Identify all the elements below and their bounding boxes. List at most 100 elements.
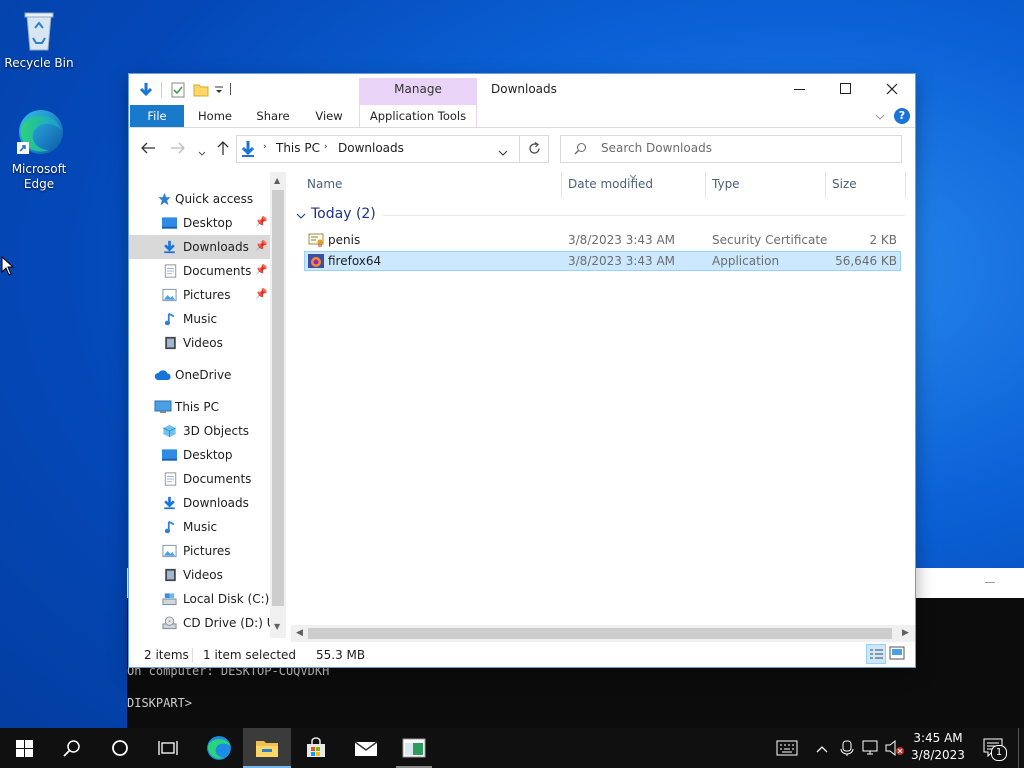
nav-qa-desktop[interactable]: Desktop 📌 xyxy=(129,211,269,235)
nav-pc-music[interactable]: Music xyxy=(129,515,269,539)
nav-pc-pictures[interactable]: Pictures xyxy=(129,539,269,563)
taskbar-store-button[interactable] xyxy=(292,728,340,768)
qat-customize-chevron-icon[interactable] xyxy=(215,85,223,99)
address-bar[interactable]: › This PC › Downloads xyxy=(236,135,520,163)
nav-qa-pictures[interactable]: Pictures 📌 xyxy=(129,283,269,307)
scroll-left-arrow-icon[interactable]: ◀ xyxy=(296,628,303,638)
volume-muted-icon[interactable] xyxy=(885,739,905,759)
console-minimize-icon[interactable] xyxy=(985,582,995,583)
tab-home[interactable]: Home xyxy=(191,105,239,127)
taskbar-edge-button[interactable] xyxy=(195,728,243,768)
qat-checkmark-icon[interactable] xyxy=(171,82,185,101)
file-type: Security Certificate xyxy=(712,233,828,247)
breadcrumb-downloads[interactable]: Downloads xyxy=(338,141,404,155)
edge-desktop-icon[interactable]: Microsoft Edge xyxy=(0,106,78,192)
nav-pc-videos[interactable]: Videos xyxy=(129,563,269,587)
clock-time[interactable]: 3:45 AM xyxy=(906,731,970,745)
touch-keyboard-icon[interactable] xyxy=(776,740,798,759)
maximize-button[interactable] xyxy=(823,74,869,104)
console-window-icon xyxy=(402,738,426,758)
qat-properties-icon[interactable] xyxy=(137,81,155,102)
help-icon[interactable]: ? xyxy=(894,108,910,124)
task-view-button[interactable] xyxy=(144,728,192,768)
nav-pc-cd-drive[interactable]: CD Drive (D:) Ub xyxy=(129,611,286,635)
nav-pc-local-disk[interactable]: Local Disk (C:) xyxy=(129,587,269,611)
nav-pc-desktop[interactable]: Desktop xyxy=(129,443,269,467)
nav-qa-videos[interactable]: Videos xyxy=(129,331,269,355)
column-divider[interactable] xyxy=(905,172,906,198)
pin-icon: 📌 xyxy=(255,265,268,276)
recent-locations-chevron-icon[interactable] xyxy=(198,146,206,160)
show-hidden-icons-chevron-icon[interactable] xyxy=(816,742,828,756)
nav-this-pc[interactable]: This PC xyxy=(129,395,269,419)
nav-scrollbar[interactable]: ▲ ▼ xyxy=(270,172,286,638)
breadcrumb-this-pc[interactable]: This PC xyxy=(276,141,320,155)
taskbar-file-explorer-button[interactable] xyxy=(243,728,291,768)
taskbar-console-button[interactable] xyxy=(390,728,438,768)
column-type[interactable]: Type xyxy=(712,177,740,191)
nav-qa-music[interactable]: Music xyxy=(129,307,269,331)
nav-pc-3d-objects[interactable]: 3D Objects xyxy=(129,419,269,443)
search-icon xyxy=(63,740,80,757)
horizontal-scrollbar[interactable]: ◀ ▶ xyxy=(291,625,915,642)
up-arrow-icon[interactable] xyxy=(216,140,230,159)
nav-onedrive[interactable]: OneDrive xyxy=(129,363,269,387)
tab-application-tools[interactable]: Application Tools xyxy=(360,105,476,127)
recycle-bin-label: Recycle Bin xyxy=(4,56,74,70)
manage-group-label: Manage xyxy=(394,82,442,96)
nav-quick-access[interactable]: Quick access xyxy=(129,187,269,211)
nav-qa-documents[interactable]: Documents 📌 xyxy=(129,259,269,283)
column-divider[interactable] xyxy=(705,172,706,198)
action-center-button[interactable]: 1 xyxy=(983,738,1007,761)
start-button[interactable] xyxy=(0,728,48,768)
nav-qa-downloads[interactable]: Downloads 📌 xyxy=(129,235,286,259)
search-box[interactable]: Search Downloads xyxy=(560,135,902,163)
computer-icon xyxy=(154,400,172,413)
column-date-modified[interactable]: Date modified xyxy=(568,177,653,191)
column-divider[interactable] xyxy=(825,172,826,198)
group-collapse-chevron-icon[interactable] xyxy=(296,209,306,223)
show-desktop-button[interactable] xyxy=(1018,728,1024,768)
ribbon-expand-chevron-icon[interactable] xyxy=(875,110,885,124)
horizontal-scrollbar-thumb[interactable] xyxy=(308,628,892,639)
close-button[interactable] xyxy=(869,74,915,104)
forward-arrow-icon[interactable] xyxy=(170,141,186,158)
back-arrow-icon[interactable] xyxy=(140,141,156,158)
tab-file[interactable]: File xyxy=(130,105,184,127)
cortana-button[interactable] xyxy=(96,728,144,768)
search-button[interactable] xyxy=(48,728,96,768)
scroll-right-arrow-icon[interactable]: ▶ xyxy=(902,628,909,638)
details-view-button[interactable] xyxy=(866,644,886,664)
column-divider[interactable] xyxy=(561,172,562,198)
qat-new-folder-icon[interactable] xyxy=(193,82,209,101)
group-header-today[interactable]: Today (2) xyxy=(311,206,376,222)
network-icon[interactable] xyxy=(862,740,880,759)
large-icons-view-button[interactable] xyxy=(889,646,905,663)
clock-date[interactable]: 3/8/2023 xyxy=(906,748,970,762)
status-selected-size: 55.3 MB xyxy=(316,648,366,662)
minimize-button[interactable] xyxy=(777,74,823,104)
pictures-icon xyxy=(162,288,177,302)
table-row-selected[interactable]: firefox64 3/8/2023 3:43 AM Application 5… xyxy=(304,251,901,271)
file-explorer-window[interactable]: Manage Downloads File Home Share View Ap… xyxy=(129,74,915,667)
videos-icon xyxy=(165,568,176,582)
tab-share[interactable]: Share xyxy=(249,105,297,127)
tab-view[interactable]: View xyxy=(305,105,353,127)
file-size: 2 KB xyxy=(869,233,897,247)
nav-scrollbar-thumb[interactable] xyxy=(272,190,284,606)
refresh-button[interactable] xyxy=(519,135,549,163)
search-input[interactable]: Search Downloads xyxy=(601,141,712,155)
scroll-up-arrow-icon[interactable]: ▲ xyxy=(274,176,280,185)
navigation-pane[interactable]: Quick access Desktop 📌 Downloads 📌 Docum… xyxy=(129,172,286,636)
meet-now-icon[interactable] xyxy=(840,740,854,759)
scroll-down-arrow-icon[interactable]: ▼ xyxy=(274,622,280,631)
nav-pc-downloads[interactable]: Downloads xyxy=(129,491,269,515)
address-dropdown-chevron-icon[interactable] xyxy=(498,146,508,160)
table-row[interactable]: penis 3/8/2023 3:43 AM Security Certific… xyxy=(304,230,901,250)
column-name[interactable]: Name xyxy=(307,177,342,191)
recycle-bin-desktop-icon[interactable]: Recycle Bin xyxy=(0,8,78,71)
nav-pc-documents[interactable]: Documents xyxy=(129,467,269,491)
column-size[interactable]: Size xyxy=(832,177,857,191)
taskbar-mail-button[interactable] xyxy=(342,728,390,768)
pin-icon: 📌 xyxy=(255,217,268,228)
